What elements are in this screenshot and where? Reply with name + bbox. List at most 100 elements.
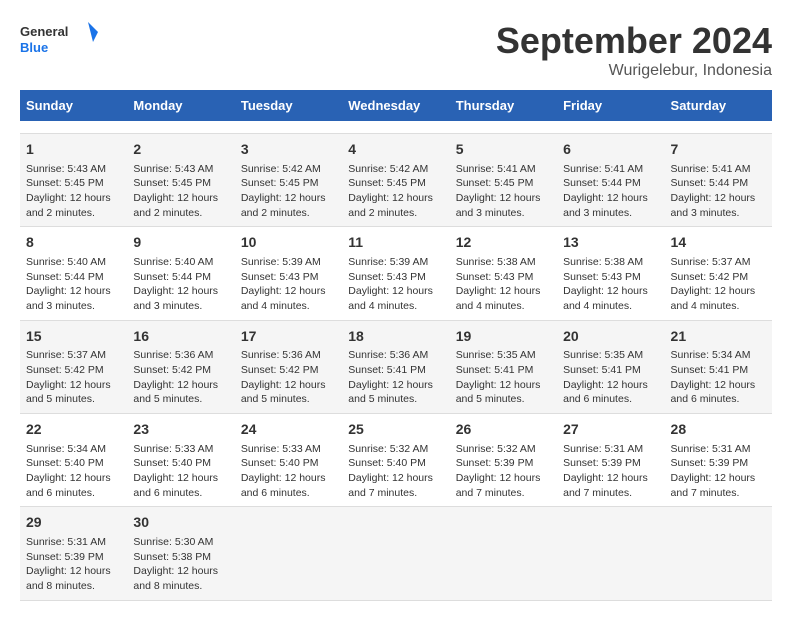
day-cell: 25Sunrise: 5:32 AMSunset: 5:40 PMDayligh…	[342, 414, 449, 507]
day-number: 27	[563, 420, 658, 440]
calendar-table: SundayMondayTuesdayWednesdayThursdayFrid…	[20, 90, 772, 601]
day-cell	[665, 121, 772, 134]
day-cell: 5Sunrise: 5:41 AMSunset: 5:45 PMDaylight…	[450, 134, 557, 227]
day-cell: 23Sunrise: 5:33 AMSunset: 5:40 PMDayligh…	[127, 414, 234, 507]
day-info: Sunrise: 5:31 AMSunset: 5:39 PMDaylight:…	[671, 442, 766, 501]
day-number: 19	[456, 327, 551, 347]
page-header: General Blue September 2024 Wurigelebur,…	[20, 20, 772, 80]
header-wednesday: Wednesday	[342, 90, 449, 121]
day-info: Sunrise: 5:41 AMSunset: 5:44 PMDaylight:…	[671, 162, 766, 221]
day-info: Sunrise: 5:32 AMSunset: 5:39 PMDaylight:…	[456, 442, 551, 501]
header-thursday: Thursday	[450, 90, 557, 121]
day-cell: 6Sunrise: 5:41 AMSunset: 5:44 PMDaylight…	[557, 134, 664, 227]
header-row: SundayMondayTuesdayWednesdayThursdayFrid…	[20, 90, 772, 121]
day-cell: 29Sunrise: 5:31 AMSunset: 5:39 PMDayligh…	[20, 507, 127, 600]
day-cell: 1Sunrise: 5:43 AMSunset: 5:45 PMDaylight…	[20, 134, 127, 227]
day-cell: 8Sunrise: 5:40 AMSunset: 5:44 PMDaylight…	[20, 227, 127, 320]
day-number: 15	[26, 327, 121, 347]
day-info: Sunrise: 5:38 AMSunset: 5:43 PMDaylight:…	[563, 255, 658, 314]
day-cell: 11Sunrise: 5:39 AMSunset: 5:43 PMDayligh…	[342, 227, 449, 320]
day-cell: 19Sunrise: 5:35 AMSunset: 5:41 PMDayligh…	[450, 320, 557, 413]
day-info: Sunrise: 5:41 AMSunset: 5:44 PMDaylight:…	[563, 162, 658, 221]
day-info: Sunrise: 5:42 AMSunset: 5:45 PMDaylight:…	[241, 162, 336, 221]
day-number: 1	[26, 140, 121, 160]
day-cell	[450, 507, 557, 600]
day-cell: 20Sunrise: 5:35 AMSunset: 5:41 PMDayligh…	[557, 320, 664, 413]
day-info: Sunrise: 5:37 AMSunset: 5:42 PMDaylight:…	[26, 348, 121, 407]
day-number: 18	[348, 327, 443, 347]
day-cell: 10Sunrise: 5:39 AMSunset: 5:43 PMDayligh…	[235, 227, 342, 320]
week-row-1: 1Sunrise: 5:43 AMSunset: 5:45 PMDaylight…	[20, 134, 772, 227]
title-block: September 2024 Wurigelebur, Indonesia	[496, 20, 772, 80]
day-info: Sunrise: 5:34 AMSunset: 5:40 PMDaylight:…	[26, 442, 121, 501]
day-info: Sunrise: 5:33 AMSunset: 5:40 PMDaylight:…	[241, 442, 336, 501]
day-cell: 9Sunrise: 5:40 AMSunset: 5:44 PMDaylight…	[127, 227, 234, 320]
header-sunday: Sunday	[20, 90, 127, 121]
day-cell: 16Sunrise: 5:36 AMSunset: 5:42 PMDayligh…	[127, 320, 234, 413]
day-cell: 3Sunrise: 5:42 AMSunset: 5:45 PMDaylight…	[235, 134, 342, 227]
day-info: Sunrise: 5:33 AMSunset: 5:40 PMDaylight:…	[133, 442, 228, 501]
day-cell: 21Sunrise: 5:34 AMSunset: 5:41 PMDayligh…	[665, 320, 772, 413]
day-info: Sunrise: 5:43 AMSunset: 5:45 PMDaylight:…	[26, 162, 121, 221]
month-title: September 2024	[496, 20, 772, 62]
day-cell: 7Sunrise: 5:41 AMSunset: 5:44 PMDaylight…	[665, 134, 772, 227]
day-cell: 17Sunrise: 5:36 AMSunset: 5:42 PMDayligh…	[235, 320, 342, 413]
day-cell: 4Sunrise: 5:42 AMSunset: 5:45 PMDaylight…	[342, 134, 449, 227]
day-number: 11	[348, 233, 443, 253]
day-cell: 28Sunrise: 5:31 AMSunset: 5:39 PMDayligh…	[665, 414, 772, 507]
day-info: Sunrise: 5:36 AMSunset: 5:42 PMDaylight:…	[133, 348, 228, 407]
day-info: Sunrise: 5:36 AMSunset: 5:41 PMDaylight:…	[348, 348, 443, 407]
day-info: Sunrise: 5:32 AMSunset: 5:40 PMDaylight:…	[348, 442, 443, 501]
day-number: 26	[456, 420, 551, 440]
day-cell: 14Sunrise: 5:37 AMSunset: 5:42 PMDayligh…	[665, 227, 772, 320]
day-cell: 12Sunrise: 5:38 AMSunset: 5:43 PMDayligh…	[450, 227, 557, 320]
day-info: Sunrise: 5:40 AMSunset: 5:44 PMDaylight:…	[26, 255, 121, 314]
svg-text:Blue: Blue	[20, 40, 48, 55]
day-number: 6	[563, 140, 658, 160]
day-cell	[127, 121, 234, 134]
day-info: Sunrise: 5:35 AMSunset: 5:41 PMDaylight:…	[563, 348, 658, 407]
day-cell: 15Sunrise: 5:37 AMSunset: 5:42 PMDayligh…	[20, 320, 127, 413]
svg-text:General: General	[20, 24, 68, 39]
day-number: 9	[133, 233, 228, 253]
day-cell: 27Sunrise: 5:31 AMSunset: 5:39 PMDayligh…	[557, 414, 664, 507]
day-cell	[665, 507, 772, 600]
day-info: Sunrise: 5:39 AMSunset: 5:43 PMDaylight:…	[348, 255, 443, 314]
day-number: 14	[671, 233, 766, 253]
day-cell	[557, 507, 664, 600]
day-cell: 26Sunrise: 5:32 AMSunset: 5:39 PMDayligh…	[450, 414, 557, 507]
day-info: Sunrise: 5:35 AMSunset: 5:41 PMDaylight:…	[456, 348, 551, 407]
day-info: Sunrise: 5:40 AMSunset: 5:44 PMDaylight:…	[133, 255, 228, 314]
day-cell	[342, 507, 449, 600]
week-row-2: 8Sunrise: 5:40 AMSunset: 5:44 PMDaylight…	[20, 227, 772, 320]
day-number: 23	[133, 420, 228, 440]
day-number: 24	[241, 420, 336, 440]
logo-icon: General Blue	[20, 20, 100, 60]
day-cell	[235, 121, 342, 134]
day-number: 7	[671, 140, 766, 160]
day-cell	[20, 121, 127, 134]
day-number: 22	[26, 420, 121, 440]
header-saturday: Saturday	[665, 90, 772, 121]
day-info: Sunrise: 5:41 AMSunset: 5:45 PMDaylight:…	[456, 162, 551, 221]
day-info: Sunrise: 5:38 AMSunset: 5:43 PMDaylight:…	[456, 255, 551, 314]
day-cell	[557, 121, 664, 134]
day-cell: 13Sunrise: 5:38 AMSunset: 5:43 PMDayligh…	[557, 227, 664, 320]
logo: General Blue	[20, 20, 100, 60]
day-cell	[342, 121, 449, 134]
day-info: Sunrise: 5:36 AMSunset: 5:42 PMDaylight:…	[241, 348, 336, 407]
day-cell: 18Sunrise: 5:36 AMSunset: 5:41 PMDayligh…	[342, 320, 449, 413]
day-number: 4	[348, 140, 443, 160]
location: Wurigelebur, Indonesia	[496, 62, 772, 80]
day-info: Sunrise: 5:30 AMSunset: 5:38 PMDaylight:…	[133, 535, 228, 594]
day-number: 3	[241, 140, 336, 160]
header-friday: Friday	[557, 90, 664, 121]
day-info: Sunrise: 5:39 AMSunset: 5:43 PMDaylight:…	[241, 255, 336, 314]
header-monday: Monday	[127, 90, 234, 121]
day-number: 16	[133, 327, 228, 347]
day-number: 20	[563, 327, 658, 347]
day-number: 29	[26, 513, 121, 533]
day-number: 21	[671, 327, 766, 347]
day-info: Sunrise: 5:34 AMSunset: 5:41 PMDaylight:…	[671, 348, 766, 407]
day-info: Sunrise: 5:37 AMSunset: 5:42 PMDaylight:…	[671, 255, 766, 314]
